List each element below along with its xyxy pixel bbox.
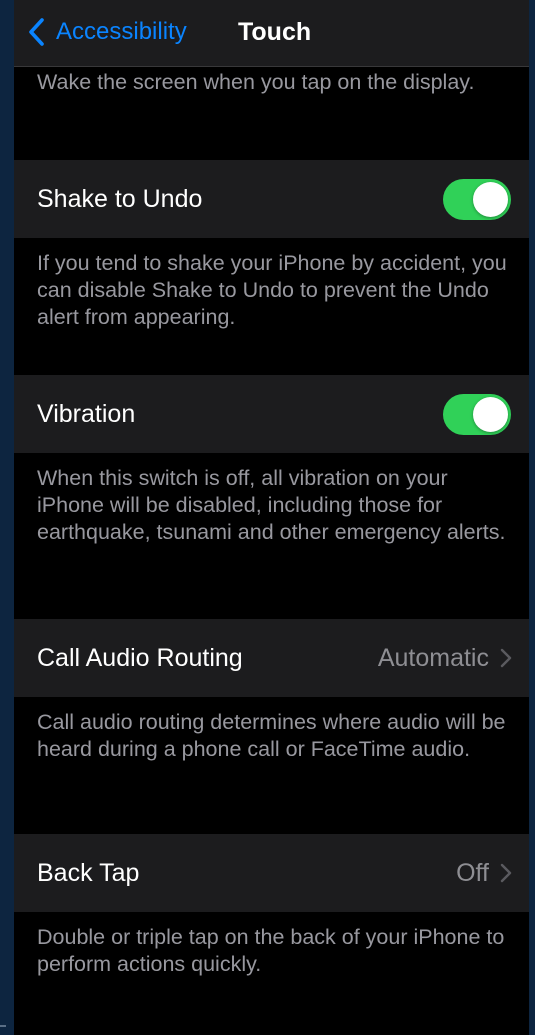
vibration-footer: When this switch is off, all vibration o…: [37, 466, 506, 544]
shake-to-undo-row: Shake to Undo: [14, 160, 529, 238]
edge-mark: [0, 1025, 6, 1027]
settings-screen: Accessibility Touch Wake the screen when…: [14, 0, 529, 1035]
vibration-row: Vibration: [14, 375, 529, 453]
back-tap-footer: Double or triple tap on the back of your…: [37, 925, 505, 976]
navigation-bar: Accessibility Touch: [14, 0, 529, 67]
call-audio-routing-row[interactable]: Call Audio Routing Automatic: [14, 619, 529, 697]
shake-to-undo-toggle[interactable]: [443, 179, 511, 220]
vibration-label: Vibration: [37, 400, 136, 428]
shake-to-undo-label: Shake to Undo: [37, 185, 203, 213]
chevron-right-icon: [500, 648, 512, 668]
tap-to-wake-footer: Wake the screen when you tap on the disp…: [37, 70, 475, 94]
toggle-knob: [473, 182, 508, 217]
call-audio-routing-label: Call Audio Routing: [37, 644, 243, 672]
toggle-knob: [473, 397, 508, 432]
chevron-left-icon: [29, 18, 44, 46]
page-title: Touch: [238, 18, 312, 46]
back-button[interactable]: Accessibility: [26, 12, 187, 52]
chevron-right-icon: [500, 863, 512, 883]
call-audio-routing-value: Automatic: [377, 644, 489, 672]
back-tap-label: Back Tap: [37, 859, 140, 887]
back-tap-row[interactable]: Back Tap Off: [14, 834, 529, 912]
shake-to-undo-footer: If you tend to shake your iPhone by acci…: [37, 251, 507, 329]
back-button-label: Accessibility: [56, 18, 187, 45]
vibration-toggle[interactable]: [443, 394, 511, 435]
call-audio-routing-footer: Call audio routing determines where audi…: [37, 710, 506, 761]
back-tap-value: Off: [456, 859, 489, 887]
